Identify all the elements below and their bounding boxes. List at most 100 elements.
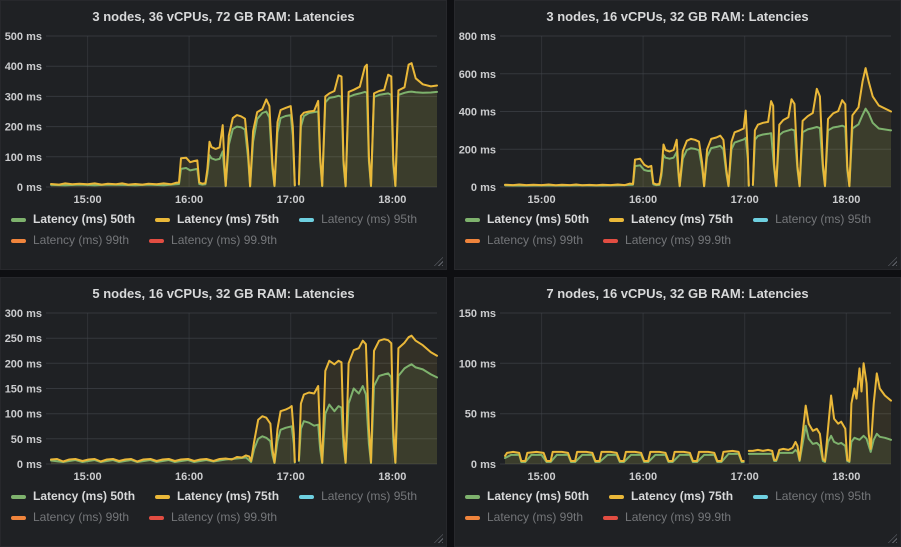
panel-5-nodes-16-vcpus: 5 nodes, 16 vCPUs, 32 GB RAM: Latencies … [0, 277, 447, 547]
y-axis-tick-label: 50 ms [11, 434, 42, 446]
legend-item-p50[interactable]: Latency (ms) 50th [465, 209, 589, 230]
legend-label: Latency (ms) 75th [631, 486, 733, 507]
y-axis-tick-label: 800 ms [459, 31, 496, 43]
dashboard-grid: 3 nodes, 36 vCPUs, 72 GB RAM: Latencies … [0, 0, 901, 547]
chart-canvas[interactable]: 0 ms50 ms100 ms150 ms15:0016:0017:0018:0… [455, 303, 900, 485]
panel-title[interactable]: 3 nodes, 36 vCPUs, 72 GB RAM: Latencies [1, 1, 446, 26]
y-axis-tick-label: 200 ms [5, 122, 42, 134]
legend-label: Latency (ms) 99.9th [625, 230, 731, 251]
series-color-marker [149, 516, 164, 520]
series-color-marker [11, 516, 26, 520]
y-axis-tick-label: 600 ms [459, 69, 496, 81]
y-axis-tick-label: 150 ms [459, 308, 496, 320]
series-color-marker [609, 495, 624, 499]
panel-title[interactable]: 3 nodes, 16 vCPUs, 32 GB RAM: Latencies [455, 1, 900, 26]
y-axis-tick-label: 400 ms [459, 107, 496, 119]
legend-item-p99[interactable]: Latency (ms) 99th [11, 507, 129, 528]
series-color-marker [465, 218, 480, 222]
legend-label: Latency (ms) 99th [33, 507, 129, 528]
panel-title[interactable]: 5 nodes, 16 vCPUs, 32 GB RAM: Latencies [1, 278, 446, 303]
series-color-marker [603, 516, 618, 520]
y-axis-tick-label: 100 ms [5, 152, 42, 164]
panel-3-nodes-16-vcpus: 3 nodes, 16 vCPUs, 32 GB RAM: Latencies … [454, 0, 901, 270]
series-color-marker [149, 239, 164, 243]
legend-label: Latency (ms) 75th [177, 209, 279, 230]
x-axis-tick-label: 17:00 [731, 471, 759, 483]
legend-item-p999[interactable]: Latency (ms) 99.9th [149, 507, 277, 528]
latency-chart: 0 ms 100 ms 200 ms 300 ms 400 ms 500 ms 15:00 1… [1, 26, 446, 208]
series-color-marker [11, 239, 26, 243]
legend-item-p50[interactable]: Latency (ms) 50th [11, 486, 135, 507]
y-axis-tick-label: 50 ms [465, 409, 496, 421]
legend-label: Latency (ms) 75th [177, 486, 279, 507]
legend-item-p999[interactable]: Latency (ms) 99.9th [603, 230, 731, 251]
panel-resize-handle[interactable] [434, 534, 443, 543]
legend-label: Latency (ms) 99th [487, 230, 583, 251]
legend-item-p99[interactable]: Latency (ms) 99th [465, 230, 583, 251]
chart-canvas[interactable]: 0 ms200 ms400 ms600 ms800 ms15:0016:0017… [455, 26, 900, 208]
legend-item-p50[interactable]: Latency (ms) 50th [465, 486, 589, 507]
legend-item-p95[interactable]: Latency (ms) 95th [753, 486, 871, 507]
chart-canvas[interactable]: 0 ms 100 ms 200 ms 300 ms 400 ms 500 ms 15:00 1… [1, 26, 446, 208]
y-axis-tick-label: 200 ms [5, 358, 42, 370]
legend-item-p99[interactable]: Latency (ms) 99th [465, 507, 583, 528]
panel-resize-handle[interactable] [434, 257, 443, 266]
series-color-marker [465, 495, 480, 499]
legend: Latency (ms) 50thLatency (ms) 75thLatenc… [11, 486, 441, 528]
y-axis-tick-label: 0 ms [471, 182, 496, 194]
x-axis-tick-label: 15:00 [528, 194, 556, 206]
y-axis-tick-label: 300 ms [5, 308, 42, 320]
x-axis-tick-label: 17:00 [731, 194, 759, 206]
legend-label: Latency (ms) 99.9th [171, 507, 277, 528]
legend-label: Latency (ms) 95th [321, 209, 417, 230]
legend-item-p75[interactable]: Latency (ms) 75th [155, 486, 279, 507]
chart-canvas[interactable]: 0 ms50 ms100 ms150 ms200 ms250 ms300 ms1… [1, 303, 446, 485]
legend-item-p75[interactable]: Latency (ms) 75th [609, 209, 733, 230]
legend-label: Latency (ms) 99.9th [171, 230, 277, 251]
series-color-marker [11, 495, 26, 499]
legend-label: Latency (ms) 95th [321, 486, 417, 507]
y-axis-tick-label: 0 ms [17, 182, 42, 194]
legend: Latency (ms) 50thLatency (ms) 75thLatenc… [11, 209, 441, 251]
legend-label: Latency (ms) 50th [33, 209, 135, 230]
latency-chart: 0 ms50 ms100 ms150 ms15:0016:0017:0018:0… [455, 303, 900, 485]
x-axis-tick-label: 15:00 [74, 471, 102, 483]
panel-title[interactable]: 7 nodes, 16 vCPUs, 32 GB RAM: Latencies [455, 278, 900, 303]
x-axis-tick-label: 17:00 [277, 194, 305, 206]
legend-label: Latency (ms) 75th [631, 209, 733, 230]
panel-7-nodes-16-vcpus: 7 nodes, 16 vCPUs, 32 GB RAM: Latencies … [454, 277, 901, 547]
legend-label: Latency (ms) 99.9th [625, 507, 731, 528]
legend-item-p95[interactable]: Latency (ms) 95th [299, 209, 417, 230]
series-color-marker [753, 495, 768, 499]
y-axis-tick-label: 500 ms [5, 31, 42, 43]
legend-item-p95[interactable]: Latency (ms) 95th [753, 209, 871, 230]
legend: Latency (ms) 50thLatency (ms) 75thLatenc… [465, 209, 895, 251]
x-axis-tick-label: 16:00 [629, 471, 657, 483]
legend-item-p999[interactable]: Latency (ms) 99.9th [149, 230, 277, 251]
x-axis-tick-label: 15:00 [528, 471, 556, 483]
y-axis-tick-label: 0 ms [17, 459, 42, 471]
x-axis-tick-label: 18:00 [832, 471, 860, 483]
legend-label: Latency (ms) 95th [775, 486, 871, 507]
series-color-marker [609, 218, 624, 222]
series-color-marker [603, 239, 618, 243]
legend-item-p99[interactable]: Latency (ms) 99th [11, 230, 129, 251]
y-axis-tick-label: 100 ms [459, 358, 496, 370]
series-color-marker [11, 218, 26, 222]
legend-item-p95[interactable]: Latency (ms) 95th [299, 486, 417, 507]
legend-item-p75[interactable]: Latency (ms) 75th [609, 486, 733, 507]
y-axis-tick-label: 400 ms [5, 61, 42, 73]
y-axis-tick-label: 300 ms [5, 91, 42, 103]
legend-item-p50[interactable]: Latency (ms) 50th [11, 209, 135, 230]
panel-resize-handle[interactable] [888, 257, 897, 266]
x-axis-tick-label: 16:00 [175, 194, 203, 206]
legend-label: Latency (ms) 99th [487, 507, 583, 528]
y-axis-tick-label: 150 ms [5, 384, 42, 396]
legend-item-p75[interactable]: Latency (ms) 75th [155, 209, 279, 230]
series-color-marker [299, 495, 314, 499]
legend-item-p999[interactable]: Latency (ms) 99.9th [603, 507, 731, 528]
panel-resize-handle[interactable] [888, 534, 897, 543]
x-axis-tick-label: 16:00 [175, 471, 203, 483]
panel-3-nodes-36-vcpus: 3 nodes, 36 vCPUs, 72 GB RAM: Latencies … [0, 0, 447, 270]
x-axis-tick-label: 15:00 [74, 194, 102, 206]
